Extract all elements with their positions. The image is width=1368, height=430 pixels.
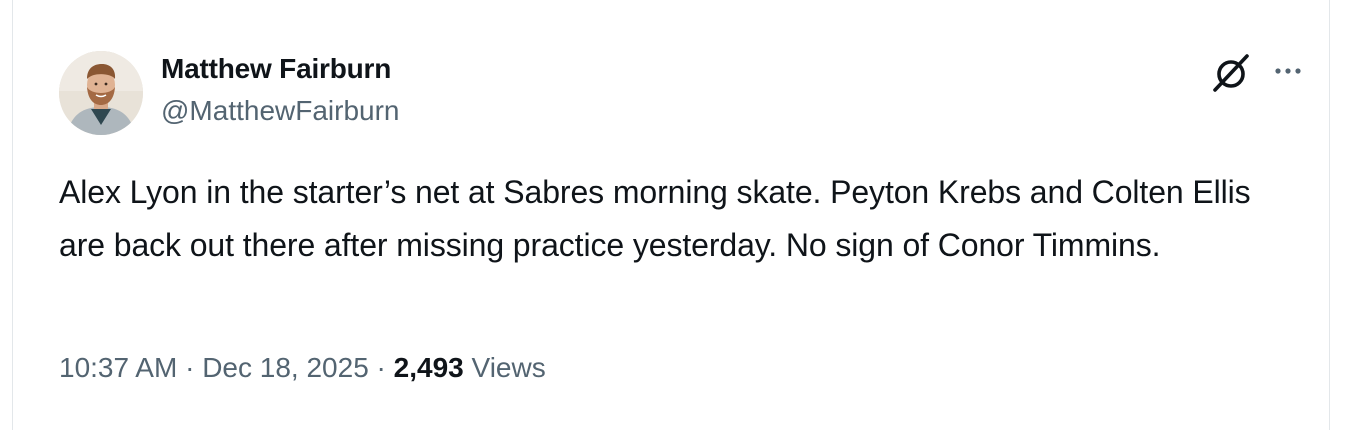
grok-icon[interactable] [1211, 52, 1253, 94]
meta-separator: · [368, 352, 394, 383]
views-label: Views [463, 352, 546, 383]
avatar-image [59, 51, 143, 135]
tweet-meta: 10:37 AM · Dec 18, 2025 · 2,493 Views [59, 352, 546, 384]
meta-separator: · [177, 352, 203, 383]
tweet-card: Matthew Fairburn @MatthewFairburn Alex L… [12, 0, 1330, 430]
author-handle[interactable]: @MatthewFairburn [161, 95, 400, 127]
author-name[interactable]: Matthew Fairburn [161, 53, 391, 85]
tweet-date[interactable]: Dec 18, 2025 [202, 352, 369, 383]
views-count[interactable]: 2,493 [394, 352, 464, 383]
more-icon[interactable] [1271, 56, 1307, 86]
tweet-text: Alex Lyon in the starter’s net at Sabres… [59, 174, 1251, 263]
tweet-time[interactable]: 10:37 AM [59, 352, 177, 383]
avatar[interactable] [59, 51, 143, 135]
